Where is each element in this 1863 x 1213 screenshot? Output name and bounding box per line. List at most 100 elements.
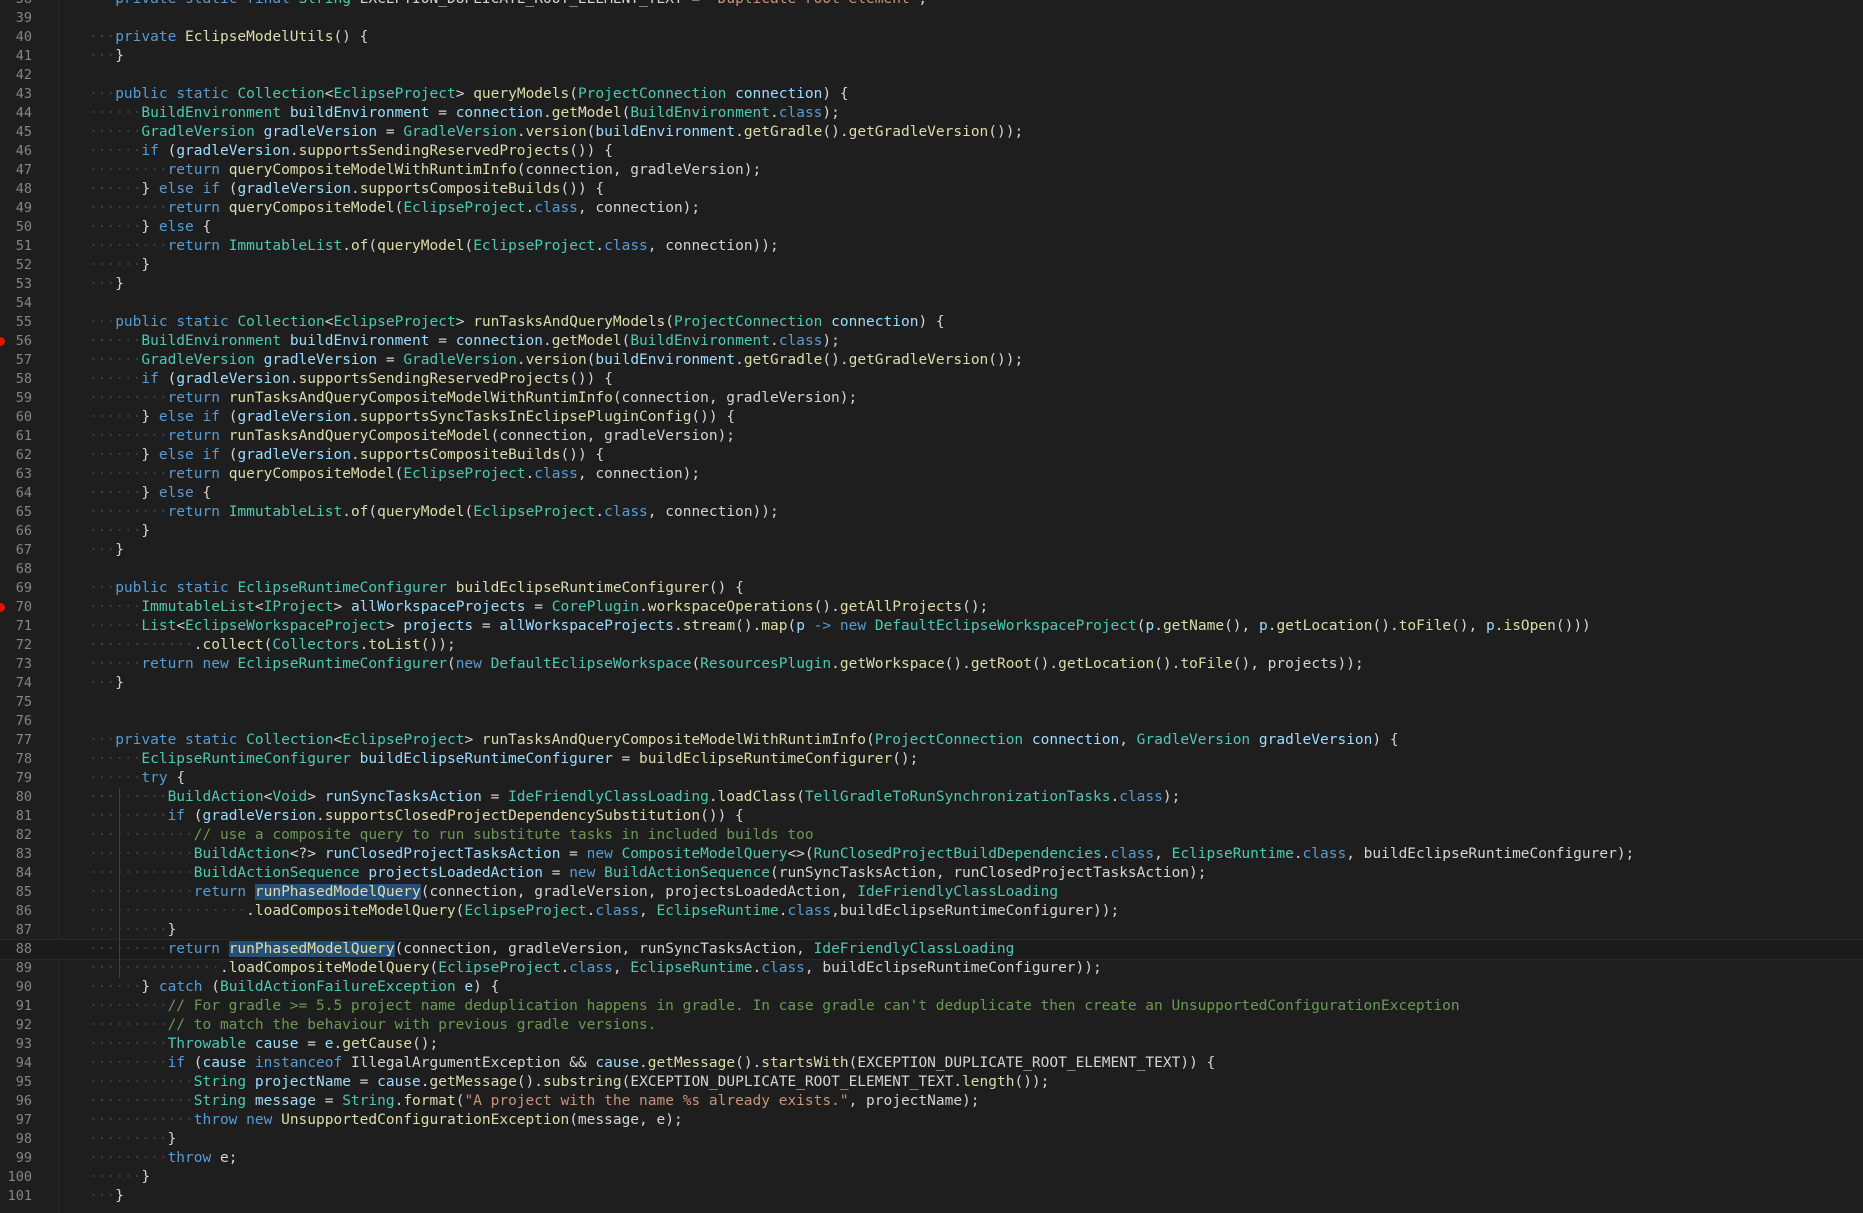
code-line[interactable]: 60 ······} else if (gradleVersion.support…: [0, 408, 1863, 427]
code-token: =: [473, 618, 500, 634]
code-token: if: [167, 1055, 186, 1071]
indent-whitespace: ······: [89, 618, 142, 634]
code-line[interactable]: 78 ······EclipseRuntimeConfigurer buildEc…: [0, 750, 1863, 769]
code-token: .: [350, 409, 360, 425]
code-line[interactable]: 65 ·········return ImmutableList.of(query…: [0, 503, 1863, 522]
code-line[interactable]: 44 ······BuildEnvironment buildEnvironmen…: [0, 104, 1863, 123]
indent-whitespace: ···: [89, 542, 116, 558]
code-line[interactable]: 90 ······} catch (BuildActionFailureExcep…: [0, 978, 1863, 997]
code-line[interactable]: 53 ···}: [0, 275, 1863, 294]
code-line[interactable]: 55 ···public static Collection<EclipsePro…: [0, 313, 1863, 332]
code-line[interactable]: 101 ···}: [0, 1187, 1863, 1206]
code-line[interactable]: 100 ······}: [0, 1168, 1863, 1187]
code-line[interactable]: 91 ·········// For gradle >= 5.5 project …: [0, 997, 1863, 1016]
code-editor[interactable]: 38···private static final String EXCEPTI…: [0, 0, 1863, 1213]
code-line[interactable]: 58 ······if (gradleVersion.supportsSendin…: [0, 370, 1863, 389]
code-line[interactable]: 83 ············BuildAction<?> runClosedPr…: [0, 845, 1863, 864]
line-number: 78: [15, 751, 32, 767]
line-number: 71: [15, 618, 32, 634]
code-line[interactable]: 46 ······if (gradleVersion.supportsSendin…: [0, 142, 1863, 161]
code-token: ()) {: [569, 371, 613, 387]
code-line[interactable]: 88 ·········return runPhasedModelQuery(co…: [0, 939, 1863, 960]
code-line[interactable]: 43 ···public static Collection<EclipsePro…: [0, 85, 1863, 104]
code-line[interactable]: 63 ·········return queryCompositeModel(Ec…: [0, 465, 1863, 484]
code-line[interactable]: 56 ······BuildEnvironment buildEnvironmen…: [0, 332, 1863, 351]
code-line[interactable]: 50 ······} else {: [0, 218, 1863, 237]
code-line[interactable]: 48 ······} else if (gradleVersion.support…: [0, 180, 1863, 199]
code-token: );: [822, 105, 840, 121]
code-line[interactable]: 38 ···private static final String EXCEPTI…: [0, 0, 1863, 9]
code-line[interactable]: 49 ·········return queryCompositeModel(Ec…: [0, 199, 1863, 218]
code-line[interactable]: 97 ············throw new UnsupportedConfi…: [0, 1111, 1863, 1130]
code-line[interactable]: 40 ···private EclipseModelUtils() {: [0, 28, 1863, 47]
line-number: 52: [15, 257, 32, 273]
code-line[interactable]: 51 ·········return ImmutableList.of(query…: [0, 237, 1863, 256]
code-line[interactable]: 68: [0, 560, 1863, 579]
code-line[interactable]: 71 ······List<EclipseWorkspaceProject> pr…: [0, 617, 1863, 636]
code-line[interactable]: 57 ······GradleVersion gradleVersion = Gr…: [0, 351, 1863, 370]
code-line[interactable]: 61 ·········return runTasksAndQueryCompos…: [0, 427, 1863, 446]
code-line[interactable]: 94 ·········if (cause instanceof IllegalA…: [0, 1054, 1863, 1073]
code-line[interactable]: 66 ······}: [0, 522, 1863, 541]
code-token: EclipseRuntimeConfigurer: [141, 751, 351, 767]
code-line[interactable]: 92 ·········// to match the behaviour wit…: [0, 1016, 1863, 1035]
line-number: 94: [15, 1055, 32, 1071]
code-line[interactable]: 81 ·········if (gradleVersion.supportsClo…: [0, 807, 1863, 826]
code-token: Throwable: [167, 1036, 247, 1052]
code-line[interactable]: 76: [0, 712, 1863, 731]
code-token: length: [962, 1074, 1015, 1090]
code-token: e: [464, 979, 474, 995]
code-line[interactable]: 86 ··················.loadCompositeModelQ…: [0, 902, 1863, 921]
code-line[interactable]: 67 ···}: [0, 541, 1863, 560]
code-line[interactable]: 64 ······} else {: [0, 484, 1863, 503]
code-line[interactable]: 39: [0, 9, 1863, 28]
code-line[interactable]: 99 ·········throw e;: [0, 1149, 1863, 1168]
code-text: ·········return queryCompositeModel(Ecli…: [89, 199, 700, 218]
code-line[interactable]: 41 ···}: [0, 47, 1863, 66]
code-token: ProjectConnection: [673, 314, 823, 330]
code-line[interactable]: 75: [0, 693, 1863, 712]
code-line[interactable]: 85 ············return runPhasedModelQuery…: [0, 883, 1863, 902]
code-text: ······if (gradleVersion.supportsSendingR…: [89, 370, 613, 389]
code-line[interactable]: 69 ···public static EclipseRuntimeConfigu…: [0, 579, 1863, 598]
code-line[interactable]: 87 ·········}: [0, 921, 1863, 940]
code-token: .: [752, 960, 762, 976]
code-line[interactable]: 54: [0, 294, 1863, 313]
code-line[interactable]: 95 ············String projectName = cause…: [0, 1073, 1863, 1092]
code-token: =: [542, 865, 570, 881]
code-line[interactable]: 79 ······try {: [0, 769, 1863, 788]
code-token: , buildEclipseRuntimeConfigurer));: [804, 960, 1102, 976]
code-line[interactable]: 70 ······ImmutableList<IProject> allWorks…: [0, 598, 1863, 617]
code-line[interactable]: 45 ······GradleVersion gradleVersion = Gr…: [0, 123, 1863, 142]
code-line[interactable]: 93 ·········Throwable cause = e.getCause(…: [0, 1035, 1863, 1054]
indent-whitespace: ······: [89, 371, 142, 387]
code-line[interactable]: 42: [0, 66, 1863, 85]
code-token: class: [534, 200, 578, 216]
code-line[interactable]: 98 ·········}: [0, 1130, 1863, 1149]
code-line[interactable]: 47 ·········return queryCompositeModelWit…: [0, 161, 1863, 180]
code-token: public: [115, 580, 168, 596]
code-text: ·········throw e;: [89, 1149, 237, 1168]
code-line[interactable]: 62 ······} else if (gradleVersion.support…: [0, 446, 1863, 465]
code-token: buildEnvironment: [289, 333, 430, 349]
code-token: gradleVersion: [202, 808, 317, 824]
code-token: String: [193, 1074, 247, 1090]
code-line[interactable]: 89 ···············.loadCompositeModelQuer…: [0, 959, 1863, 978]
code-token: .: [289, 371, 299, 387]
code-line[interactable]: 52 ······}: [0, 256, 1863, 275]
code-line[interactable]: 84 ············BuildActionSequence projec…: [0, 864, 1863, 883]
code-token: GradleVersion: [141, 124, 255, 140]
code-line[interactable]: 80 ·········BuildAction<Void> runSyncTask…: [0, 788, 1863, 807]
code-line[interactable]: 74 ···}: [0, 674, 1863, 693]
indent-whitespace: ······: [89, 1169, 142, 1185]
code-token: else: [158, 485, 194, 501]
code-line[interactable]: 73 ······return new EclipseRuntimeConfigu…: [0, 655, 1863, 674]
code-line[interactable]: 72 ············.collect(Collectors.toList…: [0, 636, 1863, 655]
code-line[interactable]: 59 ·········return runTasksAndQueryCompos…: [0, 389, 1863, 408]
code-line[interactable]: 96 ············String message = String.fo…: [0, 1092, 1863, 1111]
code-line[interactable]: 77 ···private static Collection<EclipsePr…: [0, 731, 1863, 750]
line-number: 65: [15, 504, 32, 520]
code-line[interactable]: 82 ············// use a composite query t…: [0, 826, 1863, 845]
